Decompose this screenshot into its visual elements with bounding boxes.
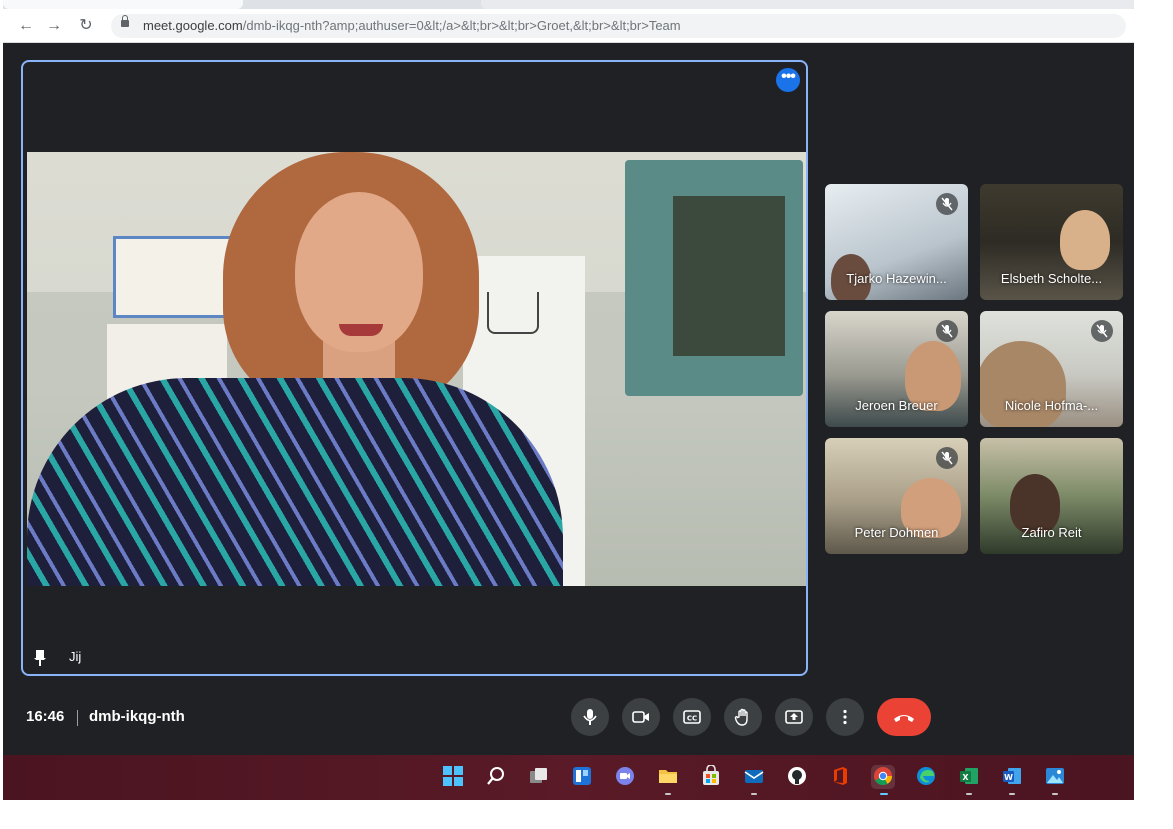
camera-button[interactable] [622, 698, 660, 736]
participant-figure [1060, 210, 1110, 270]
mic-off-icon [936, 320, 958, 342]
svg-text:W: W [1004, 773, 1013, 782]
url-field[interactable]: meet.google.com/dmb-ikqg-nth?amp;authuse… [111, 14, 1126, 38]
meeting-clock: 16:46 [26, 708, 65, 725]
wall-cabinet [625, 160, 803, 396]
chrome-icon[interactable] [871, 765, 895, 789]
main-video-feed [27, 152, 806, 586]
store-icon[interactable] [699, 764, 723, 789]
teams-chat-icon[interactable] [613, 765, 637, 789]
lock-icon [121, 15, 129, 27]
participant-name: Elsbeth Scholte... [1000, 271, 1103, 286]
vertical-dots-icon [843, 709, 847, 725]
participant-name: Zafiro Reit [1021, 525, 1082, 540]
participant-tile[interactable]: Jeroen Breuer [825, 311, 968, 427]
person-shirt [27, 378, 563, 586]
more-options-button[interactable] [826, 698, 864, 736]
excel-icon[interactable]: X [957, 765, 981, 789]
windows-start-icon[interactable] [441, 765, 465, 789]
running-indicator [751, 793, 757, 795]
tab-strip [3, 0, 1134, 9]
mic-off-icon [936, 447, 958, 469]
url-text: meet.google.com/dmb-ikqg-nth?amp;authuse… [143, 18, 681, 33]
running-indicator [665, 793, 671, 795]
participant-name: Peter Dohmen [854, 525, 939, 540]
wall-certificate [113, 236, 237, 318]
edge-icon[interactable] [914, 765, 938, 789]
browser-tab[interactable] [481, 0, 1134, 9]
person-smile [339, 324, 383, 336]
mic-off-icon [1091, 320, 1113, 342]
present-icon [785, 710, 803, 724]
file-explorer-icon[interactable] [656, 765, 680, 789]
more-options-icon[interactable]: ••• [776, 68, 800, 92]
participant-tile[interactable]: Elsbeth Scholte... [980, 184, 1123, 300]
windows-taskbar: X W [3, 755, 1134, 800]
participant-tile[interactable]: Peter Dohmen [825, 438, 968, 554]
meeting-code: dmb-ikqg-nth [89, 708, 185, 725]
present-button[interactable] [775, 698, 813, 736]
back-icon[interactable]: ← [15, 15, 37, 37]
divider [77, 710, 78, 726]
svg-text:X: X [962, 773, 969, 782]
raise-hand-icon [734, 708, 748, 726]
participant-name: Nicole Hofma-... [1004, 398, 1099, 413]
participant-tile[interactable]: Nicole Hofma-... [980, 311, 1123, 427]
participant-figure [980, 341, 1066, 427]
participant-tile[interactable]: Tjarko Hazewin... [825, 184, 968, 300]
running-indicator [1052, 793, 1058, 795]
office-icon[interactable] [828, 765, 852, 789]
browser-tab[interactable] [3, 0, 243, 9]
camera-icon [632, 711, 649, 723]
svg-text:CC: CC [687, 715, 697, 723]
url-path: /dmb-ikqg-nth?amp;authuser=0&lt;/a>&lt;b… [242, 18, 681, 33]
pin-icon[interactable] [33, 650, 47, 666]
widgets-icon[interactable] [570, 765, 594, 789]
screen: ← → ↻ meet.google.com/dmb-ikqg-nth?amp;a… [3, 0, 1134, 800]
mail-icon[interactable] [742, 765, 766, 789]
captions-button[interactable]: CC [673, 698, 711, 736]
raise-hand-button[interactable] [724, 698, 762, 736]
photos-icon[interactable] [1043, 765, 1067, 789]
main-tile-name: Jij [69, 649, 82, 664]
participant-name: Tjarko Hazewin... [846, 271, 947, 286]
forward-icon[interactable]: → [43, 15, 65, 37]
participant-tile[interactable]: Zafiro Reit [980, 438, 1123, 554]
microphone-button[interactable] [571, 698, 609, 736]
search-icon[interactable] [484, 765, 508, 789]
main-video-tile[interactable]: ••• Jij [21, 60, 808, 676]
url-host: meet.google.com [143, 18, 243, 33]
running-indicator [966, 793, 972, 795]
task-view-icon[interactable] [527, 765, 551, 789]
microphone-icon [583, 709, 597, 725]
leave-call-button[interactable] [877, 698, 931, 736]
mic-off-icon [936, 193, 958, 215]
reload-icon[interactable]: ↻ [75, 15, 97, 37]
word-icon[interactable]: W [1000, 765, 1024, 789]
participant-name: Jeroen Breuer [855, 398, 938, 413]
github-icon[interactable] [785, 765, 809, 789]
running-indicator [880, 793, 888, 795]
hang-up-icon [894, 715, 914, 722]
cupcake-drawing [487, 292, 539, 334]
captions-icon: CC [683, 710, 701, 724]
running-indicator [1009, 793, 1015, 795]
cabinet-glass [673, 196, 785, 356]
address-bar: ← → ↻ meet.google.com/dmb-ikqg-nth?amp;a… [3, 9, 1134, 43]
